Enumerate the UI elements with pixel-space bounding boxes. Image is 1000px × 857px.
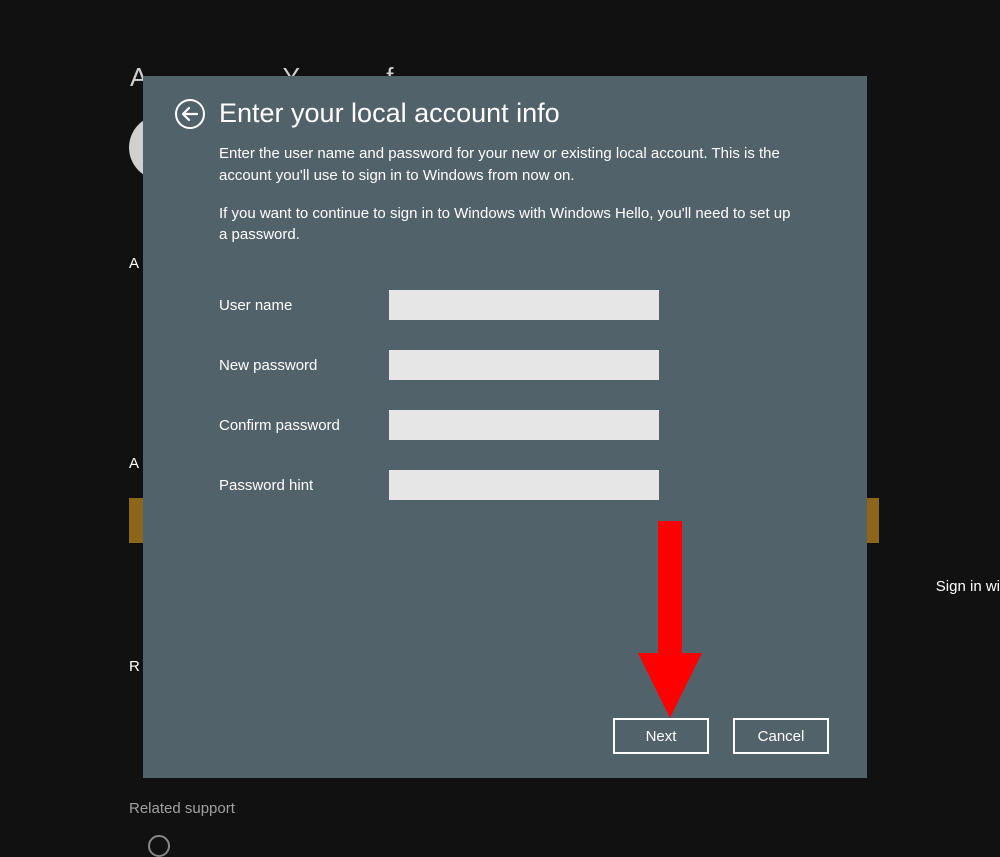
form-row-password-hint: Password hint <box>219 470 835 500</box>
related-support-heading: Related support <box>129 800 235 817</box>
confirm-password-input[interactable] <box>389 410 659 440</box>
dialog-footer: Next Cancel <box>175 718 835 754</box>
back-arrow-icon <box>182 107 198 121</box>
dialog-description-secondary: If you want to continue to sign in to Wi… <box>219 203 791 247</box>
dialog-header: Enter your local account info <box>175 98 835 129</box>
form-row-username: User name <box>219 290 835 320</box>
cancel-button[interactable]: Cancel <box>733 718 829 754</box>
password-hint-input[interactable] <box>389 470 659 500</box>
background-signin-fragment: Sign in wi <box>936 578 1000 595</box>
local-account-dialog: Enter your local account info Enter the … <box>143 76 867 778</box>
form-row-confirm-password: Confirm password <box>219 410 835 440</box>
next-button[interactable]: Next <box>613 718 709 754</box>
new-password-input[interactable] <box>389 350 659 380</box>
dialog-description: Enter the user name and password for you… <box>219 143 791 187</box>
form-row-new-password: New password <box>219 350 835 380</box>
background-section-label: A <box>129 455 139 472</box>
username-label: User name <box>219 297 389 314</box>
form-area: User name New password Confirm password … <box>219 290 835 530</box>
new-password-label: New password <box>219 357 389 374</box>
background-section-label: R <box>129 658 140 675</box>
background-section-label: A <box>129 255 139 272</box>
confirm-password-label: Confirm password <box>219 417 389 434</box>
back-button[interactable] <box>175 99 205 129</box>
username-input[interactable] <box>389 290 659 320</box>
password-hint-label: Password hint <box>219 477 389 494</box>
globe-icon <box>148 835 170 857</box>
dialog-title: Enter your local account info <box>219 98 560 129</box>
